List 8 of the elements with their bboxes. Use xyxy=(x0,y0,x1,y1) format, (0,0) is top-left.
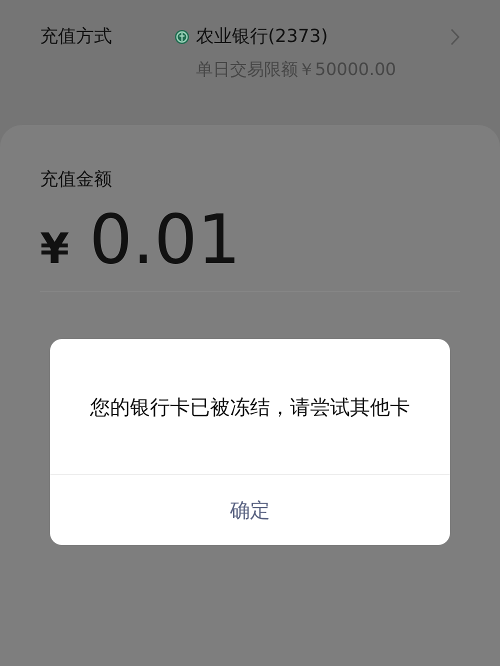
dialog-message: 您的银行卡已被冻结，请尝试其他卡 xyxy=(90,394,410,420)
chevron-right-icon[interactable] xyxy=(450,28,460,46)
bank-card-selector[interactable]: 农业银行(2373) xyxy=(196,24,328,50)
confirm-button[interactable]: 确定 xyxy=(50,475,450,545)
amount-input[interactable]: 0.01 xyxy=(89,201,241,281)
amount-label: 充值金额 xyxy=(40,168,113,192)
currency-symbol: ¥ xyxy=(40,223,70,275)
field-label: 充值方式 xyxy=(40,25,113,49)
